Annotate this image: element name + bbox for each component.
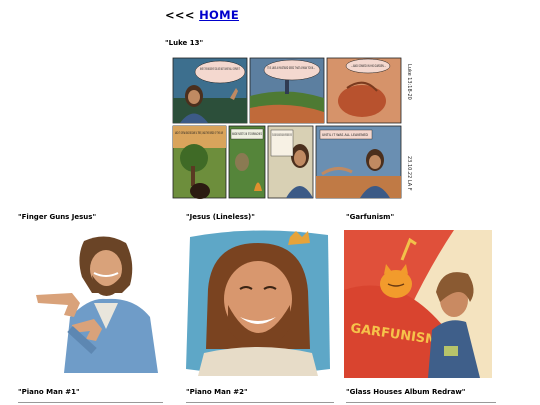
comic-art: WHAT IS THE KINGDOM OF GOD LIKE? AND TO … xyxy=(172,56,413,200)
artwork-title-piano-man-1: "Piano Man #1" xyxy=(18,388,80,396)
back-arrows: <<< xyxy=(165,8,195,22)
artwork-thumb-edge-piano-man-1 xyxy=(18,402,163,403)
jesus-lineless-artwork[interactable] xyxy=(184,229,332,376)
comic-side-reference: Luke 13:18-20 xyxy=(406,64,412,100)
finger-guns-art xyxy=(34,233,164,373)
home-link[interactable]: HOME xyxy=(199,8,239,22)
artwork-title-glass-houses: "Glass Houses Album Redraw" xyxy=(346,388,466,396)
finger-guns-jesus-artwork[interactable] xyxy=(34,233,164,373)
comic-panel-6: IT IS LIKE LEAVEN THAT A WOMAN TOOK AND … xyxy=(267,125,314,199)
artwork-thumb-edge-glass-houses xyxy=(346,402,496,403)
comic-text-6: IT IS LIKE LEAVEN THAT A WOMAN TOOK AND … xyxy=(272,133,292,137)
comic-panel-3: ...AND SOWED IN HIS GARDEN -- xyxy=(326,57,402,124)
comic-text-4: AND IT GREW AND BECAME A TREE, AND THE B… xyxy=(175,131,223,135)
top-nav: <<< HOME xyxy=(165,8,239,22)
artwork-title-lineless: "Jesus (Lineless)" xyxy=(186,213,255,221)
comic-panel-4: AND IT GREW AND BECAME A TREE, AND THE B… xyxy=(172,125,227,199)
artwork-title-piano-man-2: "Piano Man #2" xyxy=(186,388,248,396)
comic-text-2: IT IS LIKE A MUSTARD SEED THAT A MAN TOO… xyxy=(267,66,315,70)
comic-side-date: 23.10.22 LA F xyxy=(406,156,412,191)
comic-title: "Luke 13" xyxy=(165,39,204,47)
comic-panel-2: IT IS LIKE A MUSTARD SEED THAT A MAN TOO… xyxy=(249,57,325,124)
comic-text-5: MADE NESTS IN ITS BRANCHES xyxy=(232,132,262,136)
artwork-thumb-edge-piano-man-2 xyxy=(186,402,334,403)
garfunism-artwork[interactable]: GARFUNISM xyxy=(344,230,492,378)
comic-panel-7: UNTIL IT WAS ALL LEAVENED xyxy=(315,125,402,199)
comic-text-7: UNTIL IT WAS ALL LEAVENED xyxy=(322,133,368,137)
artwork-title-garfunism: "Garfunism" xyxy=(346,213,395,221)
artwork-title-finger-guns: "Finger Guns Jesus" xyxy=(18,213,97,221)
comic-text-1: WHAT IS THE KINGDOM OF GOD LIKE? AND TO … xyxy=(200,67,240,71)
luke-13-comic[interactable]: WHAT IS THE KINGDOM OF GOD LIKE? AND TO … xyxy=(172,56,413,200)
lineless-art xyxy=(186,230,330,376)
comic-panel-1: WHAT IS THE KINGDOM OF GOD LIKE? AND TO … xyxy=(172,57,248,124)
comic-panel-5: MADE NESTS IN ITS BRANCHES xyxy=(228,125,266,199)
garfunism-art: GARFUNISM xyxy=(344,230,492,378)
comic-text-3: ...AND SOWED IN HIS GARDEN -- xyxy=(351,64,386,68)
